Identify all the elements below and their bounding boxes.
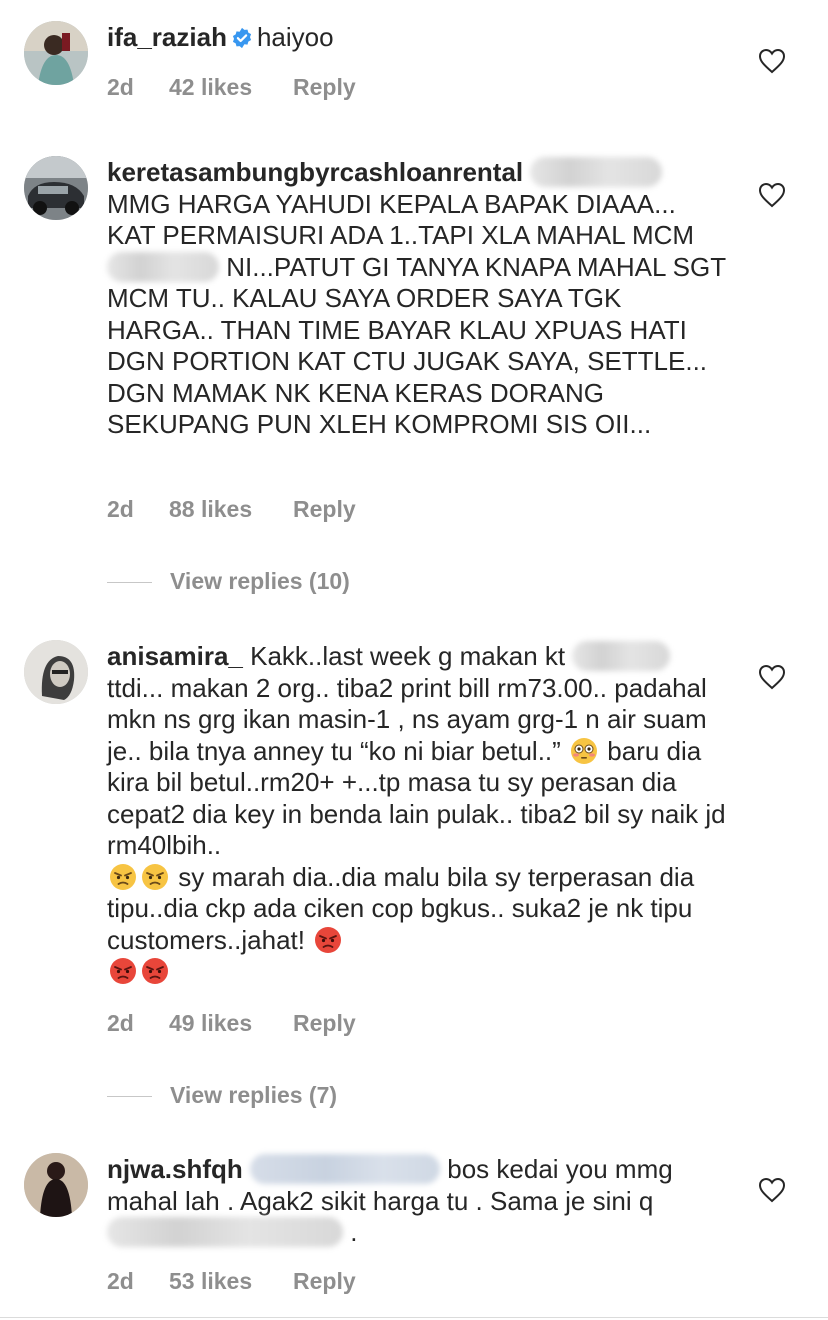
comment-text: haiyoo: [256, 22, 334, 52]
likes-count[interactable]: 49 likes: [169, 1010, 293, 1037]
pouting-face-emoji: [142, 958, 168, 984]
reply-button[interactable]: Reply: [293, 74, 356, 101]
comment-text: sy marah dia..dia malu bila sy terperasa…: [107, 861, 695, 955]
redacted-mention: [107, 251, 219, 282]
reply-button[interactable]: Reply: [293, 496, 356, 523]
avatar[interactable]: [24, 21, 88, 85]
username[interactable]: njwa.shfqh: [107, 1154, 243, 1184]
angry-face-emoji: [110, 863, 136, 890]
pouting-face-emoji: [315, 926, 342, 953]
comment-time: 2d: [107, 1010, 134, 1036]
heart-outline-icon[interactable]: [758, 48, 786, 74]
view-replies-button[interactable]: View replies (7): [107, 1082, 337, 1109]
divider: [0, 1317, 828, 1318]
reply-button[interactable]: Reply: [293, 1010, 356, 1037]
comment-text: .: [350, 1217, 358, 1247]
likes-count[interactable]: 88 likes: [169, 496, 293, 523]
redacted-mention: [250, 1154, 441, 1184]
verified-badge-icon: [232, 27, 252, 49]
view-replies-button[interactable]: View replies (10): [107, 568, 350, 595]
flushed-face-emoji: [571, 737, 598, 764]
heart-outline-icon[interactable]: [758, 182, 786, 208]
avatar[interactable]: [24, 640, 88, 704]
comment-time: 2d: [107, 74, 134, 100]
likes-count[interactable]: 42 likes: [169, 74, 293, 101]
heart-outline-icon[interactable]: [758, 1177, 786, 1203]
redacted-mention: [572, 641, 671, 671]
pouting-face-emoji: [110, 958, 136, 984]
comment-text: Kakk..last week g makan kt: [250, 641, 566, 671]
divider: [107, 582, 152, 584]
username[interactable]: anisamira_: [107, 641, 243, 671]
redacted-mention: [530, 157, 663, 187]
username[interactable]: ifa_raziah: [107, 22, 227, 52]
view-replies-label: View replies (10): [170, 568, 350, 594]
redacted-mention: [107, 1217, 343, 1247]
heart-outline-icon[interactable]: [758, 664, 786, 690]
comment-time: 2d: [107, 496, 134, 522]
view-replies-label: View replies (7): [170, 1082, 338, 1108]
comment-time: 2d: [107, 1268, 134, 1294]
comment-text: MMG HARGA YAHUDI KEPALA BAPAK DIAAA... K…: [107, 188, 695, 251]
likes-count[interactable]: 53 likes: [169, 1268, 293, 1295]
username[interactable]: keretasambungbyrcashloanrental: [107, 157, 523, 187]
avatar[interactable]: [24, 156, 88, 220]
divider: [107, 1096, 152, 1098]
angry-face-emoji: [142, 863, 168, 890]
reply-button[interactable]: Reply: [293, 1268, 356, 1295]
avatar[interactable]: [24, 1153, 88, 1217]
